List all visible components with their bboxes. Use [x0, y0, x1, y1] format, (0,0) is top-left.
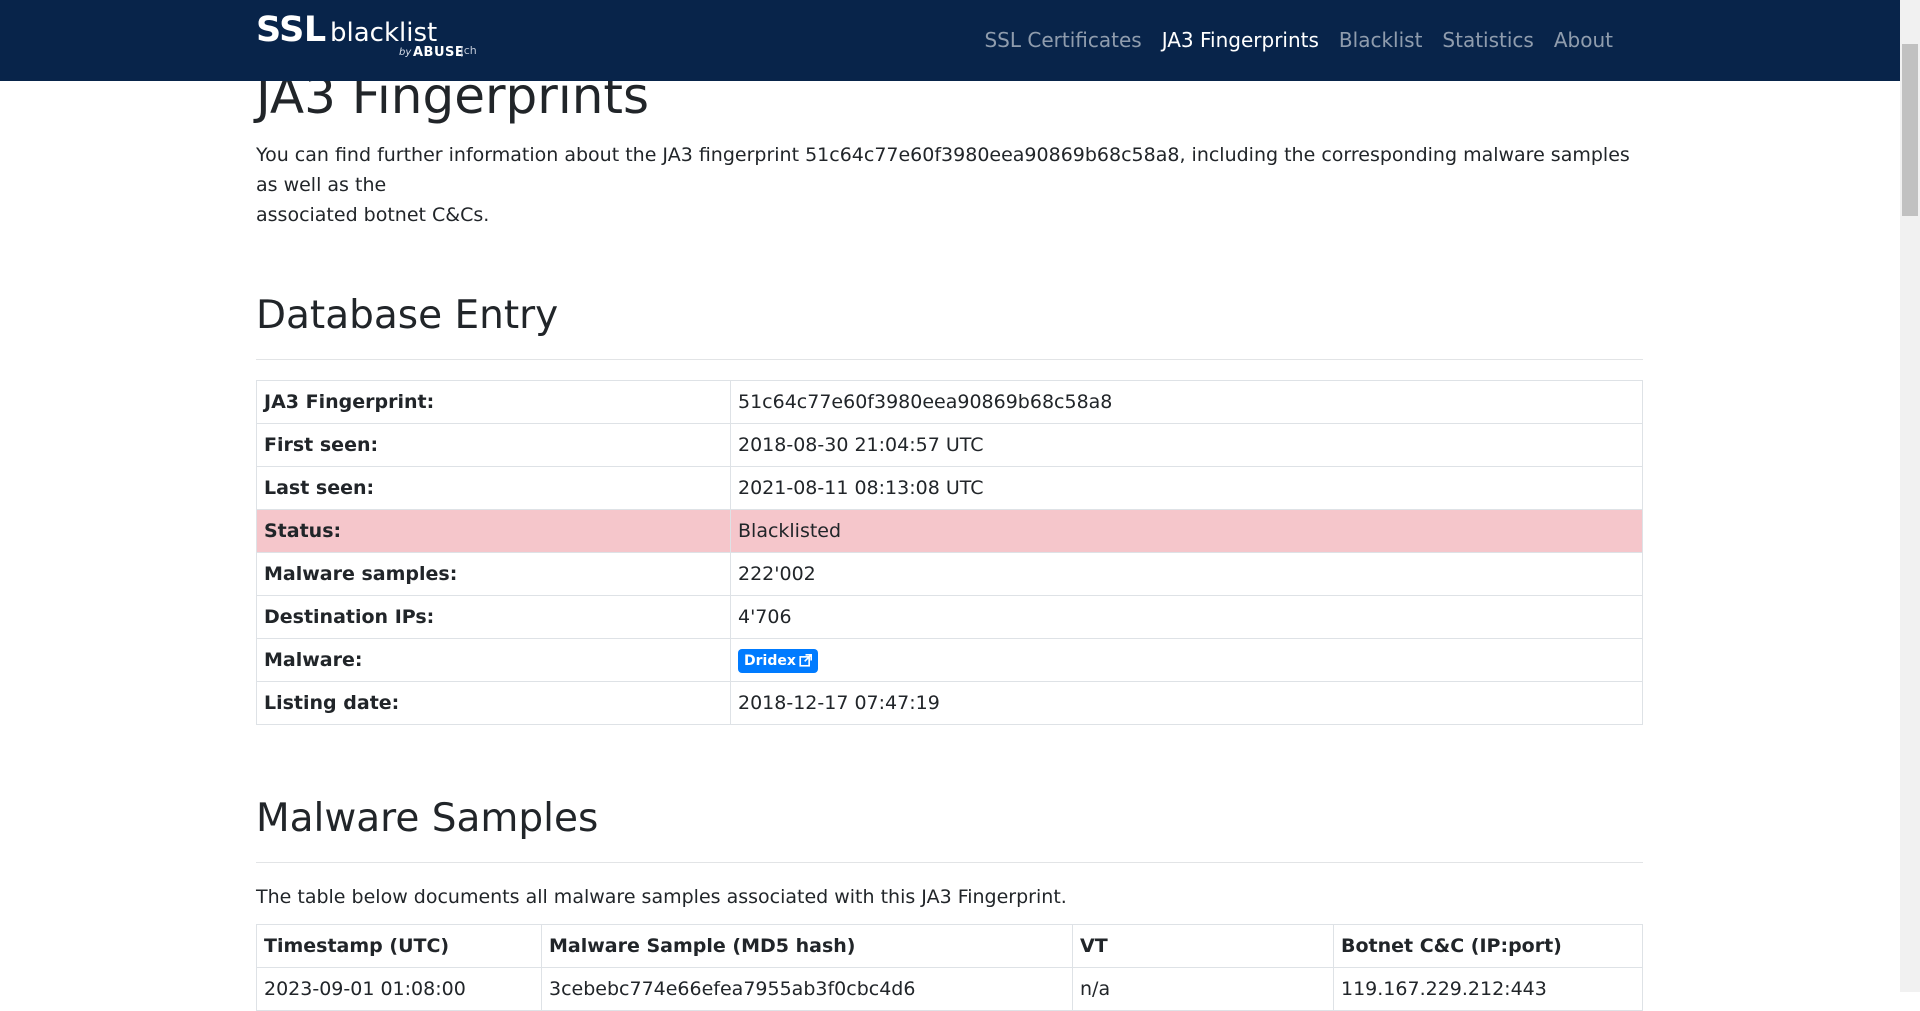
column-header-timestamp: Timestamp (UTC) [256, 924, 542, 968]
nav-ja3-fingerprints[interactable]: JA3 Fingerprints [1162, 26, 1319, 54]
intro-line-2: associated botnet C&Cs. [256, 204, 490, 226]
table-row: JA3 Fingerprint: 51c64c77e60f3980eea9086… [256, 380, 1643, 424]
brand-blacklist-text: blacklist [330, 18, 438, 48]
main-content: JA3 Fingerprints You can find further in… [256, 60, 1643, 1011]
intro-line-1: You can find further information about t… [256, 144, 1630, 196]
brand-by-text: by [399, 47, 412, 58]
sample-md5[interactable]: 3cebebc774e66efea7955ab3f0cbc4d6 [541, 967, 1073, 1011]
status-row: Status: Blacklisted [256, 509, 1643, 553]
malware-samples-table: Timestamp (UTC) Malware Sample (MD5 hash… [256, 924, 1643, 1011]
table-row: Malware samples: 222'002 [256, 552, 1643, 596]
row-key: Status: [256, 509, 731, 553]
listing-date-value: 2018-12-17 07:47:19 [730, 681, 1643, 725]
sample-botnet-cc: 119.167.229.212:443 [1333, 967, 1643, 1011]
destination-ips-value: 4'706 [730, 595, 1643, 639]
first-seen-value: 2018-08-30 21:04:57 UTC [730, 423, 1643, 467]
page-scrollbar[interactable] [1900, 0, 1920, 992]
malware-badge-dridex[interactable]: Dridex [738, 648, 818, 673]
nav-statistics[interactable]: Statistics [1442, 26, 1533, 54]
row-key: Destination IPs: [256, 595, 731, 639]
row-key: Listing date: [256, 681, 731, 725]
malware-samples-description: The table below documents all malware sa… [256, 886, 1067, 908]
intro-text: You can find further information about t… [256, 140, 1643, 230]
table-row: Destination IPs: 4'706 [256, 595, 1643, 639]
column-header-botnet-cc: Botnet C&C (IP:port) [1333, 924, 1643, 968]
nav-blacklist[interactable]: Blacklist [1339, 26, 1423, 54]
badge-label: Dridex [744, 652, 796, 669]
table-row: First seen: 2018-08-30 21:04:57 UTC [256, 423, 1643, 467]
row-key: Malware: [256, 638, 731, 682]
table-row: Malware: Dridex [256, 638, 1643, 682]
table-row: Last seen: 2021-08-11 08:13:08 UTC [256, 466, 1643, 510]
column-header-md5: Malware Sample (MD5 hash) [541, 924, 1073, 968]
row-key: Malware samples: [256, 552, 731, 596]
table-row: Listing date: 2018-12-17 07:47:19 [256, 681, 1643, 725]
column-header-vt: VT [1072, 924, 1334, 968]
row-key: JA3 Fingerprint: [256, 380, 731, 424]
row-key: First seen: [256, 423, 731, 467]
brand-ssl-text: SSL [256, 10, 326, 50]
top-navbar: SSL blacklist by ABUSE |ch SSL Certifica… [0, 0, 1900, 81]
malware-samples-title: Malware Samples [256, 796, 599, 841]
last-seen-value: 2021-08-11 08:13:08 UTC [730, 466, 1643, 510]
main-nav: SSL Certificates JA3 Fingerprints Blackl… [984, 26, 1613, 54]
malware-value: Dridex [730, 638, 1643, 682]
external-link-icon [799, 654, 812, 667]
brand-ch-text: |ch [460, 44, 477, 57]
brand-abuse-text: ABUSE [413, 45, 465, 60]
ja3-fingerprint-value: 51c64c77e60f3980eea90869b68c58a8 [730, 380, 1643, 424]
nav-about[interactable]: About [1554, 26, 1613, 54]
row-key: Last seen: [256, 466, 731, 510]
table-header-row: Timestamp (UTC) Malware Sample (MD5 hash… [256, 924, 1643, 968]
database-entry-title: Database Entry [256, 293, 559, 338]
sample-vt: n/a [1072, 967, 1334, 1011]
nav-ssl-certificates[interactable]: SSL Certificates [984, 26, 1141, 54]
sample-timestamp: 2023-09-01 01:08:00 [256, 967, 542, 1011]
database-entry-table: JA3 Fingerprint: 51c64c77e60f3980eea9086… [256, 380, 1643, 725]
malware-samples-value: 222'002 [730, 552, 1643, 596]
table-row: 2023-09-01 01:08:00 3cebebc774e66efea795… [256, 967, 1643, 1011]
scrollbar-thumb[interactable] [1902, 44, 1918, 216]
status-value: Blacklisted [730, 509, 1643, 553]
brand-logo[interactable]: SSL blacklist by ABUSE |ch [256, 10, 486, 66]
